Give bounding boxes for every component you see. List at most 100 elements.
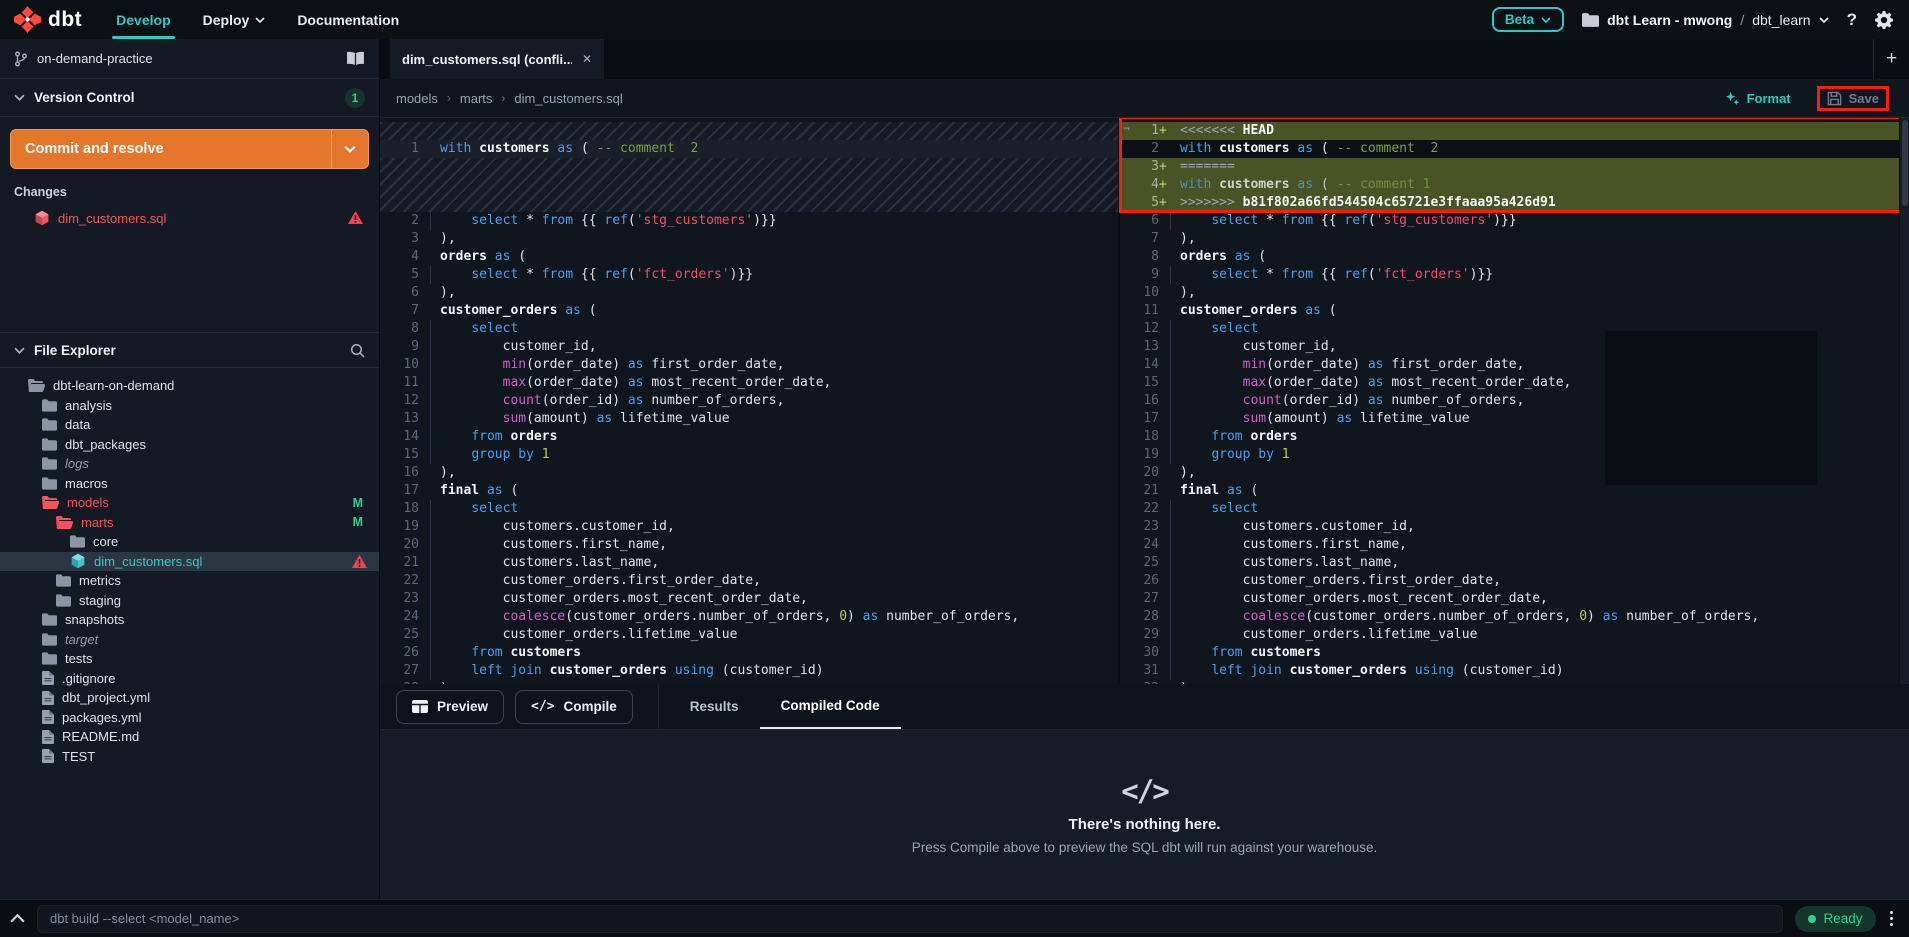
editor-scrollbar[interactable]	[1899, 118, 1909, 684]
tree-item-models[interactable]: modelsM	[0, 493, 379, 513]
code-line-11[interactable]: 11 max(order_date) as most_recent_order_…	[380, 374, 1118, 392]
tree-item-dbt-project-yml[interactable]: dbt_project.yml	[0, 688, 379, 708]
help-icon[interactable]: ?	[1847, 10, 1857, 30]
code-line-17[interactable]: 17final as (	[380, 482, 1118, 500]
code-line-7[interactable]: 7customer_orders as (	[380, 302, 1118, 320]
code-line-25[interactable]: 25 customers.last_name,	[1120, 554, 1909, 572]
tree-item-test[interactable]: TEST	[0, 747, 379, 767]
overflow-menu-icon[interactable]	[1888, 909, 1896, 929]
file-explorer-header[interactable]: File Explorer	[0, 332, 379, 368]
code-line-5[interactable]: 5 select * from {{ ref('fct_orders')}}	[380, 266, 1118, 284]
code-line-30[interactable]: 30 from customers	[1120, 644, 1909, 662]
code-line-12[interactable]: 12 count(order_id) as number_of_orders,	[380, 392, 1118, 410]
code-line-23[interactable]: 23 customer_orders.most_recent_order_dat…	[380, 590, 1118, 608]
beta-selector[interactable]: Beta	[1492, 7, 1564, 32]
code-line-29[interactable]: 29 customer_orders.lifetime_value	[1120, 626, 1909, 644]
nav-develop[interactable]: Develop	[116, 0, 170, 39]
code-line-7[interactable]: 7),	[1120, 230, 1909, 248]
breadcrumb-file[interactable]: dim_customers.sql	[514, 91, 622, 106]
tree-item-snapshots[interactable]: snapshots	[0, 610, 379, 630]
code-line-31[interactable]: 31 left join customer_orders using (cust…	[1120, 662, 1909, 680]
tree-item-macros[interactable]: macros	[0, 474, 379, 494]
code-line-21[interactable]: 21 customers.last_name,	[380, 554, 1118, 572]
changed-file-item[interactable]: dim_customers.sql	[10, 205, 369, 231]
version-control-header[interactable]: Version Control 1	[0, 79, 379, 117]
tree-item-logs[interactable]: logs	[0, 454, 379, 474]
tree-item--gitignore[interactable]: .gitignore	[0, 669, 379, 689]
code-line-19[interactable]: 19 customers.customer_id,	[380, 518, 1118, 536]
tree-item-staging[interactable]: staging	[0, 591, 379, 611]
code-line-22[interactable]: 22 select	[1120, 500, 1909, 518]
save-button[interactable]: Save	[1827, 91, 1879, 106]
tab-results[interactable]: Results	[669, 684, 760, 729]
tree-item-metrics[interactable]: metrics	[0, 571, 379, 591]
code-line-8[interactable]: 8orders as (	[1120, 248, 1909, 266]
code-line-15[interactable]: 15 group by 1	[380, 446, 1118, 464]
code-line-8[interactable]: 8 select	[380, 320, 1118, 338]
code-line-6[interactable]: 6),	[380, 284, 1118, 302]
gear-icon[interactable]	[1875, 11, 1893, 29]
editor-pane-conflict[interactable]: ¬ 1+<<<<<<< HEAD2with customers as ( -- …	[1120, 118, 1909, 684]
code-line-4[interactable]: 4+with customers as ( -- comment 1	[1120, 176, 1909, 194]
code-line-26[interactable]: 26 from customers	[380, 644, 1118, 662]
breadcrumb-models[interactable]: models	[396, 91, 438, 106]
docs-book-icon[interactable]	[346, 51, 365, 66]
nav-documentation[interactable]: Documentation	[297, 0, 399, 39]
account-project-selector[interactable]: dbt Learn - mwong / dbt_learn	[1582, 12, 1829, 28]
code-line-1[interactable]: 1+<<<<<<< HEAD	[1120, 122, 1909, 140]
code-line-3[interactable]: 3),	[380, 230, 1118, 248]
tree-item-target[interactable]: target	[0, 630, 379, 650]
code-line-26[interactable]: 26 customer_orders.first_order_date,	[1120, 572, 1909, 590]
code-line-23[interactable]: 23 customers.customer_id,	[1120, 518, 1909, 536]
scrollbar-thumb[interactable]	[1902, 120, 1908, 206]
tree-item-dbt-learn-on-demand[interactable]: dbt-learn-on-demand	[0, 376, 379, 396]
preview-button[interactable]: Preview	[396, 690, 504, 724]
code-line-4[interactable]: 4orders as (	[380, 248, 1118, 266]
code-line-2[interactable]: 2 select * from {{ ref('stg_customers')}…	[380, 212, 1118, 230]
code-line-28[interactable]: 28)	[380, 680, 1118, 684]
code-line-20[interactable]: 20 customers.first_name,	[380, 536, 1118, 554]
code-line-22[interactable]: 22 customer_orders.first_order_date,	[380, 572, 1118, 590]
tree-item-dim-customers-sql[interactable]: dim_customers.sql	[0, 552, 379, 572]
breadcrumb-marts[interactable]: marts	[460, 91, 493, 106]
tree-item-packages-yml[interactable]: packages.yml	[0, 708, 379, 728]
code-line-16[interactable]: 16),	[380, 464, 1118, 482]
code-line-11[interactable]: 11customer_orders as (	[1120, 302, 1909, 320]
code-line-10[interactable]: 10),	[1120, 284, 1909, 302]
code-line-27[interactable]: 27 customer_orders.most_recent_order_dat…	[1120, 590, 1909, 608]
commit-options-chevron[interactable]	[332, 130, 368, 168]
code-line-3[interactable]: 3+=======	[1120, 158, 1909, 176]
code-line-9[interactable]: 9 select * from {{ ref('fct_orders')}}	[1120, 266, 1909, 284]
code-line-18[interactable]: 18 select	[380, 500, 1118, 518]
code-line-24[interactable]: 24 customers.first_name,	[1120, 536, 1909, 554]
tree-item-core[interactable]: core	[0, 532, 379, 552]
tab-dim-customers[interactable]: dim_customers.sql (confli... ✕	[390, 39, 604, 79]
code-line-10[interactable]: 10 min(order_date) as first_order_date,	[380, 356, 1118, 374]
command-input[interactable]	[37, 905, 1783, 933]
chevron-up-icon[interactable]	[10, 914, 25, 923]
tree-item-marts[interactable]: martsM	[0, 513, 379, 533]
code-line-27[interactable]: 27 left join customer_orders using (cust…	[380, 662, 1118, 680]
tree-item-analysis[interactable]: analysis	[0, 396, 379, 416]
commit-and-resolve-button[interactable]: Commit and resolve	[10, 129, 369, 169]
compile-button[interactable]: </> Compile	[515, 690, 633, 724]
code-line-32[interactable]: 32)	[1120, 680, 1909, 684]
tree-item-tests[interactable]: tests	[0, 649, 379, 669]
code-line-13[interactable]: 13 sum(amount) as lifetime_value	[380, 410, 1118, 428]
new-tab-button[interactable]: +	[1873, 39, 1909, 79]
code-line-9[interactable]: 9 customer_id,	[380, 338, 1118, 356]
code-line-28[interactable]: 28 coalesce(customer_orders.number_of_or…	[1120, 608, 1909, 626]
format-button[interactable]: Format	[1725, 91, 1791, 106]
code-line-14[interactable]: 14 from orders	[380, 428, 1118, 446]
dbt-logo[interactable]: dbt	[14, 6, 82, 33]
close-tab-icon[interactable]: ✕	[582, 52, 592, 66]
code-line-1[interactable]: 1with customers as ( -- comment 2	[380, 140, 1118, 158]
tree-item-dbt-packages[interactable]: dbt_packages	[0, 435, 379, 455]
editor-pane-current[interactable]: 1with customers as ( -- comment 2 2 selec…	[380, 118, 1120, 684]
code-line-5[interactable]: 5+>>>>>>> b81f802a66fd544504c65721e3ffaa…	[1120, 194, 1909, 212]
nav-deploy[interactable]: Deploy	[203, 0, 266, 39]
code-line-24[interactable]: 24 coalesce(customer_orders.number_of_or…	[380, 608, 1118, 626]
code-line-25[interactable]: 25 customer_orders.lifetime_value	[380, 626, 1118, 644]
tree-item-readme-md[interactable]: README.md	[0, 727, 379, 747]
code-line-2[interactable]: 2with customers as ( -- comment 2	[1120, 140, 1909, 158]
